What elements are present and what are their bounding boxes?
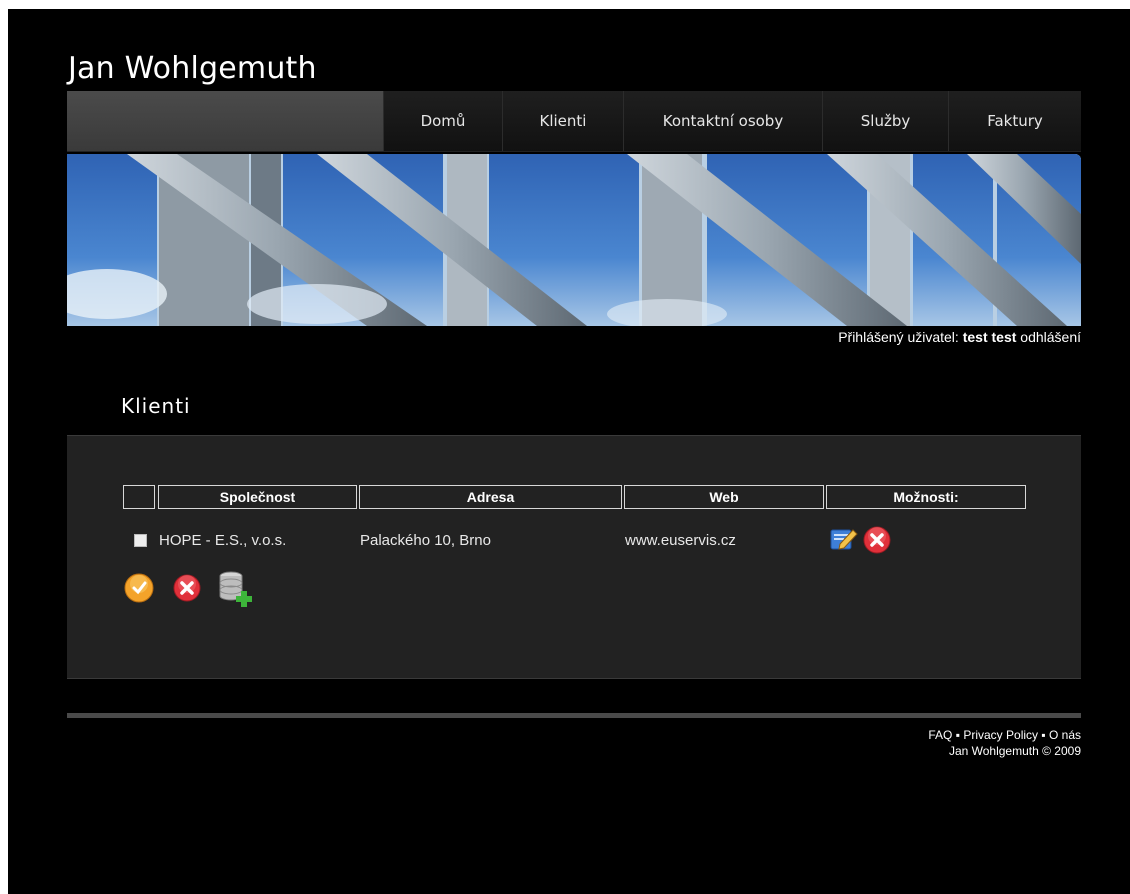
footer-link-privacy[interactable]: Privacy Policy — [963, 728, 1038, 742]
footer-separator: ▪ — [1041, 728, 1046, 742]
footer-separator: ▪ — [955, 728, 960, 742]
page: Jan Wohlgemuth Domů Klienti Kontaktní os… — [8, 9, 1130, 894]
footer-link-faq[interactable]: FAQ — [928, 728, 952, 742]
footer-copyright: Jan Wohlgemuth © 2009 — [948, 744, 1081, 758]
logged-in-username: test test — [962, 329, 1017, 345]
cell-address: Palackého 10, Brno — [360, 532, 491, 549]
column-header-company[interactable]: Společnost — [158, 485, 357, 509]
nav-item-services[interactable]: Služby — [822, 91, 948, 151]
logged-in-user-line: Přihlášený uživatel: test test odhlášení — [838, 329, 1081, 345]
cell-company: HOPE - E.S., v.o.s. — [159, 532, 287, 549]
footer-link-about[interactable]: O nás — [1049, 728, 1081, 742]
edit-icon[interactable] — [829, 526, 859, 556]
nav-item-invoices[interactable]: Faktury — [948, 91, 1081, 151]
cell-web[interactable]: www.euservis.cz — [625, 532, 736, 549]
footer: FAQ ▪ Privacy Policy ▪ O nás Jan Wohlgem… — [928, 727, 1081, 759]
header-banner-image — [67, 154, 1081, 326]
nav-items: Domů Klienti Kontaktní osoby Služby Fakt… — [383, 91, 1081, 151]
nav-item-clients[interactable]: Klienti — [502, 91, 623, 151]
add-database-icon[interactable] — [217, 569, 259, 613]
row-checkbox[interactable] — [134, 534, 147, 547]
delete-selected-icon[interactable] — [172, 573, 202, 607]
logged-in-label: Přihlášený uživatel: — [838, 329, 959, 345]
logout-link[interactable]: odhlášení — [1020, 329, 1081, 345]
column-header-address[interactable]: Adresa — [359, 485, 622, 509]
footer-links-row: FAQ ▪ Privacy Policy ▪ O nás — [928, 727, 1081, 743]
nav-item-home[interactable]: Domů — [383, 91, 502, 151]
delete-icon[interactable] — [862, 525, 892, 559]
nav-item-contacts[interactable]: Kontaktní osoby — [623, 91, 822, 151]
clients-panel: Společnost Adresa Web Možnosti: HOPE - E… — [67, 435, 1081, 679]
column-header-options: Možnosti: — [826, 485, 1026, 509]
footer-divider — [67, 713, 1081, 718]
site-title: Jan Wohlgemuth — [68, 51, 317, 86]
section-title: Klienti — [121, 394, 191, 418]
main-navigation: Domů Klienti Kontaktní osoby Služby Fakt… — [67, 91, 1081, 152]
select-all-icon[interactable] — [123, 572, 155, 608]
column-header-web[interactable]: Web — [624, 485, 824, 509]
column-header-select — [123, 485, 155, 509]
